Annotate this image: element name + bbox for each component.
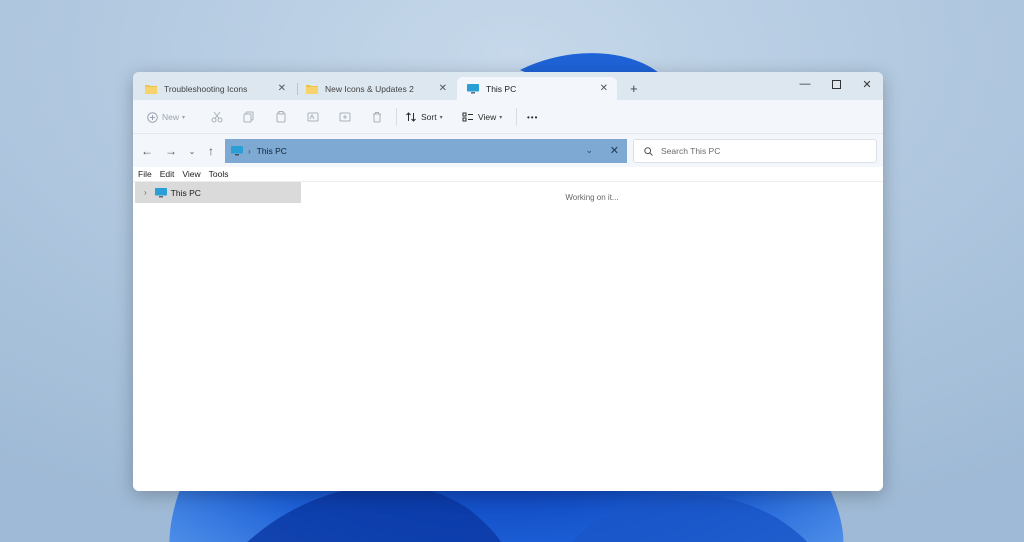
share-icon [339,112,351,122]
folder-icon [306,84,318,94]
recent-locations-button[interactable]: ⌄ [183,142,201,160]
search-icon [644,146,653,156]
copy-button[interactable] [243,109,259,125]
view-button-label: View [478,112,497,122]
tab-bar: Troubleshooting Icons ✕ New Icons & Upda… [133,72,883,100]
chevron-down-icon[interactable]: ⌄ [585,145,593,156]
menu-tools[interactable]: Tools [209,169,229,179]
address-row: ← → ⌄ ↑ › This PC ⌄ ✕ [133,134,883,167]
arrow-left-icon: ← [141,144,153,158]
delete-button[interactable] [371,109,387,125]
plus-circle-icon [147,111,158,123]
close-window-button[interactable]: ✕ [852,75,882,93]
view-button[interactable]: View ▾ [462,109,502,125]
chevron-down-icon: ▾ [182,114,186,121]
monitor-icon [154,187,167,197]
search-input[interactable] [661,146,861,156]
scissors-icon [211,111,223,123]
loading-status: Working on it... [565,193,619,202]
tab-new-icons-updates-2[interactable]: New Icons & Updates 2 ✕ [296,77,456,100]
forward-button[interactable]: → [162,142,180,160]
arrow-up-icon: ↑ [208,144,214,158]
sort-icon [406,112,416,122]
cut-button[interactable] [211,109,227,125]
chevron-right-icon: › [248,146,251,156]
tab-this-pc[interactable]: This PC ✕ [457,77,617,100]
address-path: This PC [256,146,287,156]
new-tab-button[interactable]: + [630,81,638,96]
share-button[interactable] [339,109,355,125]
tab-label: New Icons & Updates 2 [325,83,414,94]
more-options-button[interactable]: ••• [527,109,538,125]
paste-button[interactable] [275,109,291,125]
clipboard-icon [276,111,286,123]
view-icon [462,112,473,122]
chevron-down-icon: ⌄ [188,146,196,156]
chevron-right-icon[interactable]: › [144,188,147,197]
copy-icon [243,111,254,123]
menu-edit[interactable]: Edit [160,169,175,179]
trash-icon [373,112,381,123]
monitor-icon [231,146,243,156]
more-icon: ••• [527,112,539,122]
tab-label: This PC [486,83,517,94]
sort-button[interactable]: Sort ▾ [405,109,443,125]
chevron-down-icon: ▾ [499,114,503,121]
maximize-icon [831,79,841,89]
content-pane: Working on it... [301,182,883,491]
command-bar: New ▾ Sort ▾ View ▾ ••• [133,100,883,134]
nav-item-label: This PC [170,187,201,198]
clear-address-icon[interactable]: ✕ [610,144,619,157]
address-bar[interactable]: › This PC ⌄ ✕ [225,139,627,163]
search-box[interactable] [633,139,877,163]
back-button[interactable]: ← [138,142,156,160]
monitor-icon [467,83,479,93]
maximize-button[interactable] [821,75,851,93]
rename-button[interactable] [307,109,323,125]
file-explorer-window: Troubleshooting Icons ✕ New Icons & Upda… [133,72,883,491]
close-tab-icon[interactable]: ✕ [600,83,608,94]
chevron-down-icon: ▾ [439,114,443,121]
close-tab-icon[interactable]: ✕ [278,83,286,94]
new-button[interactable]: New ▾ [147,109,185,125]
menu-view[interactable]: View [182,169,200,179]
nav-item-this-pc[interactable]: › This PC [135,182,301,203]
new-button-label: New [162,112,180,122]
menu-file[interactable]: File [138,169,152,179]
sort-button-label: Sort [421,112,437,122]
arrow-right-icon: → [165,144,177,158]
toolbar-divider [516,108,517,126]
minimize-button[interactable]: — [790,75,820,93]
folder-icon [145,84,157,94]
close-tab-icon[interactable]: ✕ [439,83,447,94]
navigation-pane: › This PC [133,182,301,491]
tab-label: Troubleshooting Icons [164,83,248,94]
tab-troubleshooting-icons[interactable]: Troubleshooting Icons ✕ [135,77,295,100]
toolbar-divider [396,108,397,126]
up-button[interactable]: ↑ [202,142,220,160]
menu-bar: File Edit View Tools [133,167,883,182]
rename-icon [307,112,319,122]
